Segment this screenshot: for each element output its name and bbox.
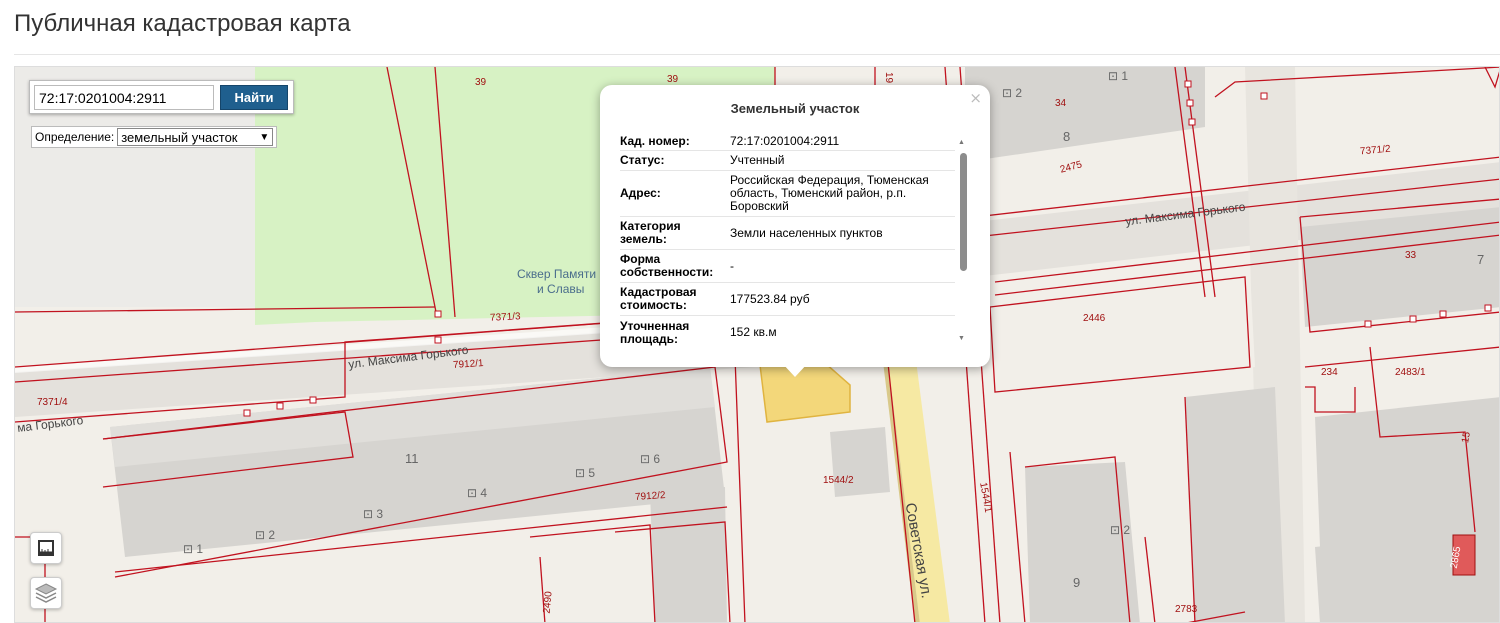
ruler-button[interactable] <box>30 532 62 564</box>
building-number: 8 <box>1063 129 1071 144</box>
scroll-down-icon[interactable]: ▼ <box>958 335 965 342</box>
info-value: 152 кв.м <box>730 325 777 339</box>
parcel-label: 2446 <box>1083 313 1106 324</box>
info-value: Российская Федерация, Тюменская область,… <box>730 173 929 213</box>
info-key: Уточненная площадь: <box>620 318 690 346</box>
info-row: Статус: Учтенный <box>620 151 955 171</box>
search-button[interactable]: Найти <box>220 85 288 110</box>
building-number: 11 <box>405 451 419 466</box>
parcel-label: 2490 <box>541 590 555 615</box>
search-panel: Найти <box>29 80 294 114</box>
entrance-number: ⊡ 1 <box>1108 69 1129 83</box>
parcel-info-popup: × Земельный участок Кад. номер: 72:17:02… <box>600 85 990 377</box>
info-row: Адрес: Российская Федерация, Тюменская о… <box>620 171 955 217</box>
entrance-number: ⊡ 5 <box>575 466 596 480</box>
entrance-number: ⊡ 2 <box>1110 523 1131 537</box>
info-key: Кад. номер: <box>620 134 690 148</box>
parcel-label: 1544/2 <box>823 475 854 486</box>
poi-label: и Славы <box>537 282 585 296</box>
parcel-label: 2783 <box>1175 604 1198 615</box>
entrance-number: ⊡ 4 <box>467 486 488 500</box>
popup-scrollbar[interactable]: ▲ ▼ <box>958 139 968 345</box>
parcel-label: 7371/4 <box>37 397 68 408</box>
info-key: Кадастровая стоимость: <box>620 285 697 312</box>
ruler-icon <box>38 540 54 556</box>
map-view[interactable]: 39 39 19 34 7371/2 2475 33 7371/3 2446 7… <box>14 66 1500 623</box>
layers-button[interactable] <box>30 577 62 609</box>
info-row: Кадастровая стоимость: 177523.84 руб <box>620 283 955 316</box>
definition-label: Определение: <box>35 130 115 144</box>
entrance-number: ⊡ 1 <box>183 542 204 556</box>
parcel-label: 7371/3 <box>489 311 521 324</box>
popup-pointer <box>782 363 808 377</box>
info-value: 72:17:0201004:2911 <box>730 134 840 148</box>
parcel-label: 34 <box>1055 98 1067 109</box>
poi-label: Сквер Памяти <box>517 267 597 281</box>
info-key: Статус: <box>620 153 665 167</box>
info-key: Форма собственности: <box>620 252 714 279</box>
definition-selected: земельный участок <box>121 129 238 145</box>
parcel-label: 19 <box>883 71 895 84</box>
info-value: - <box>730 258 734 273</box>
chevron-down-icon: ▼ <box>259 131 270 143</box>
info-key: Категория земель: <box>620 219 681 246</box>
building-number: 9 <box>1073 575 1081 590</box>
layers-icon <box>34 583 58 603</box>
info-value: 177523.84 руб <box>730 291 810 306</box>
info-row: Категория земель: Земли населенных пункт… <box>620 217 955 250</box>
parcel-label: 7912/2 <box>634 489 666 504</box>
cadastral-search-input[interactable] <box>34 85 214 110</box>
parcel-label: 234 <box>1321 367 1338 378</box>
info-value: Учтенный <box>730 153 785 167</box>
info-row: Форма собственности: - <box>620 250 955 283</box>
page-title: Публичная кадастровая карта <box>14 10 351 37</box>
info-key: Адрес: <box>620 186 661 200</box>
building-number: 7 <box>1477 252 1485 267</box>
popup-title: Земельный участок <box>730 101 860 116</box>
definition-panel: Определение: земельный участок ▼ <box>31 126 278 148</box>
title-divider <box>14 54 1500 55</box>
entrance-number: ⊡ 6 <box>640 452 661 466</box>
parcel-label: 7912/1 <box>452 357 484 372</box>
parcel-label: 33 <box>1405 250 1417 261</box>
scroll-thumb[interactable] <box>960 153 967 271</box>
info-value: Земли населенных пунктов <box>730 225 883 240</box>
scroll-up-icon[interactable]: ▲ <box>958 139 965 146</box>
parcel-label: 2483/1 <box>1395 367 1426 378</box>
info-row: Кад. номер: 72:17:0201004:2911 <box>620 133 955 151</box>
definition-select[interactable]: земельный участок ▼ <box>117 128 274 146</box>
info-row: Уточненная площадь: 152 кв.м <box>620 316 955 349</box>
parcel-label: 39 <box>667 74 679 85</box>
entrance-number: ⊡ 3 <box>363 507 384 521</box>
popup-info-table: Кад. номер: 72:17:0201004:2911 Статус: У… <box>620 133 955 349</box>
entrance-number: ⊡ 2 <box>255 528 276 542</box>
entrance-number: ⊡ 2 <box>1002 86 1023 100</box>
parcel-label: 39 <box>475 77 487 88</box>
parcel-label: 15 <box>1460 431 1473 444</box>
